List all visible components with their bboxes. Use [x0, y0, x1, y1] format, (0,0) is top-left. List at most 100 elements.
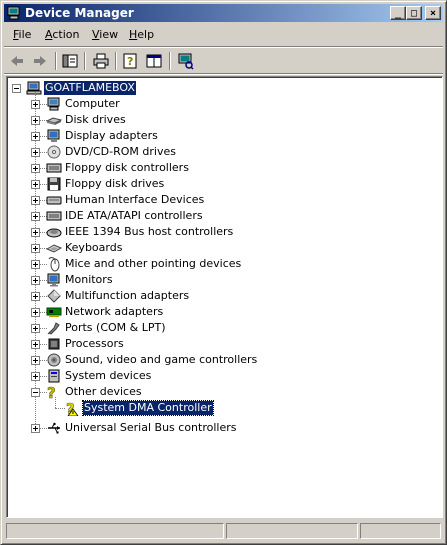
collapse-toggle[interactable] [31, 388, 40, 397]
tree-category[interactable]: System devices [7, 368, 437, 384]
toolbar-content-divider [4, 73, 443, 75]
expand-toggle[interactable] [31, 244, 40, 253]
toolbar-separator [169, 52, 171, 70]
menu-action[interactable]: Action [45, 28, 79, 41]
expand-toggle[interactable] [31, 148, 40, 157]
menu-view[interactable]: View [92, 28, 118, 41]
tree-category[interactable]: DVD/CD-ROM drives [7, 144, 437, 160]
expand-toggle[interactable] [31, 132, 40, 141]
menu-file[interactable]: File [13, 28, 31, 41]
tree-category-usb[interactable]: Universal Serial Bus controllers [7, 420, 437, 436]
network-icon [46, 304, 62, 320]
tree-category[interactable]: Disk drives [7, 112, 437, 128]
expand-toggle[interactable] [31, 276, 40, 285]
expand-toggle[interactable] [31, 356, 40, 365]
tree-category[interactable]: Network adapters [7, 304, 437, 320]
tree-category-label: System devices [65, 369, 152, 382]
title-bar[interactable]: Device Manager _ □ × [4, 4, 443, 22]
hid-icon [46, 192, 62, 208]
window-title: Device Manager [25, 6, 134, 20]
tree-category-label: Network adapters [65, 305, 164, 318]
tree-category-label: Ports (COM & LPT) [65, 321, 166, 334]
computer-icon [26, 80, 42, 96]
status-bar [4, 521, 443, 541]
tree-category-label: Multifunction adapters [65, 289, 190, 302]
processor-icon [46, 336, 62, 352]
tree-category[interactable]: Human Interface Devices [7, 192, 437, 208]
tree-category-label: Disk drives [65, 113, 126, 126]
tree-category-label: IDE ATA/ATAPI controllers [65, 209, 203, 222]
tree-category[interactable]: IDE ATA/ATAPI controllers [7, 208, 437, 224]
tree-category[interactable]: Ports (COM & LPT) [7, 320, 437, 336]
status-pane-middle [226, 523, 358, 539]
tree-category-label: Floppy disk drives [65, 177, 165, 190]
expand-toggle[interactable] [31, 308, 40, 317]
sound-icon [46, 352, 62, 368]
toolbar-separator [55, 52, 57, 70]
tree-root-label: GOATFLAMEBOX [44, 81, 136, 95]
tree-category[interactable]: IEEE 1394 Bus host controllers [7, 224, 437, 240]
tree-category[interactable]: Computer [7, 96, 437, 112]
expand-toggle[interactable] [31, 292, 40, 301]
menu-toolbar-divider [4, 46, 443, 48]
tree-category[interactable]: Display adapters [7, 128, 437, 144]
minimize-button[interactable]: _ [390, 6, 406, 20]
tree-category[interactable]: Sound, video and game controllers [7, 352, 437, 368]
device-tree-view[interactable]: GOATFLAMEBOX Computer Disk drives Display a… [6, 76, 443, 518]
controller-icon [46, 208, 62, 224]
back-arrow-icon[interactable] [8, 52, 26, 70]
menu-bar: File Action View Help [4, 25, 443, 45]
tree-category-label: DVD/CD-ROM drives [65, 145, 176, 158]
expand-toggle[interactable] [31, 260, 40, 269]
tree-category[interactable]: Floppy disk drives [7, 176, 437, 192]
tree-category-label: Monitors [65, 273, 113, 286]
expand-toggle[interactable] [31, 424, 40, 433]
scan-hardware-icon[interactable] [177, 52, 195, 70]
tree-device-system-dma[interactable]: ? System DMA Controller [7, 400, 437, 418]
status-pane-main [6, 523, 224, 539]
tree-category-label: Keyboards [65, 241, 123, 254]
tree-category-other-devices[interactable]: ? Other devices [7, 384, 437, 402]
tree-root[interactable]: GOATFLAMEBOX [7, 80, 437, 96]
tree-category-label: Display adapters [65, 129, 158, 142]
display-adapter-icon [46, 128, 62, 144]
expand-toggle[interactable] [31, 228, 40, 237]
tree-category[interactable]: Processors [7, 336, 437, 352]
tree-category[interactable]: Floppy disk controllers [7, 160, 437, 176]
tree-category-label: Human Interface Devices [65, 193, 205, 206]
tree-category-label: IEEE 1394 Bus host controllers [65, 225, 234, 238]
tree-category[interactable]: Keyboards [7, 240, 437, 256]
expand-toggle[interactable] [31, 340, 40, 349]
tree-category[interactable]: Mice and other pointing devices [7, 256, 437, 272]
expand-toggle[interactable] [31, 116, 40, 125]
expand-toggle[interactable] [31, 212, 40, 221]
usb-icon [46, 420, 62, 436]
properties-help-icon[interactable]: ? [122, 52, 140, 70]
tree-category-label: Universal Serial Bus controllers [65, 421, 237, 434]
menu-help[interactable]: Help [129, 28, 154, 41]
expand-toggle[interactable] [31, 100, 40, 109]
show-hide-tree-icon[interactable] [61, 52, 79, 70]
system-icon [46, 368, 62, 384]
port-icon [46, 320, 62, 336]
disk-drive-icon [45, 112, 63, 128]
tree-category[interactable]: Multifunction adapters [7, 288, 437, 304]
expand-toggle[interactable] [31, 372, 40, 381]
export-list-icon[interactable] [145, 52, 163, 70]
expand-toggle[interactable] [31, 164, 40, 173]
forward-arrow-icon[interactable] [31, 52, 49, 70]
maximize-button[interactable]: □ [406, 6, 422, 20]
collapse-toggle[interactable] [12, 84, 21, 93]
tree-category-label: Other devices [65, 385, 142, 398]
print-icon[interactable] [92, 52, 110, 70]
tree-category[interactable]: Monitors [7, 272, 437, 288]
tree-category-label: Sound, video and game controllers [65, 353, 258, 366]
status-pane-right [360, 523, 441, 539]
close-button[interactable]: × [425, 6, 441, 20]
expand-toggle[interactable] [31, 324, 40, 333]
toolbar-separator [115, 52, 117, 70]
multifunction-icon [46, 288, 62, 304]
expand-toggle[interactable] [31, 180, 40, 189]
tree-device-label: System DMA Controller [82, 400, 214, 416]
expand-toggle[interactable] [31, 196, 40, 205]
